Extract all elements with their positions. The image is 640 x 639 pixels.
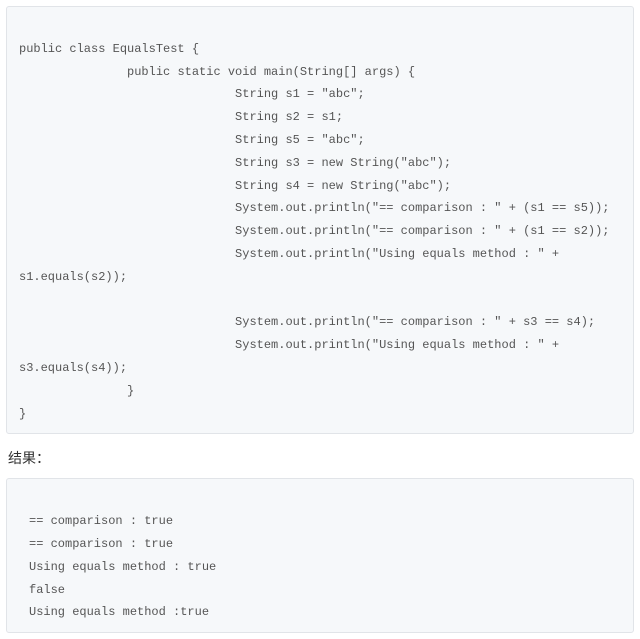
code-line: System.out.println("== comparison : " + … [19, 201, 610, 215]
code-line: System.out.println("Using equals method … [19, 338, 566, 375]
code-line: String s4 = new String("abc"); [19, 179, 451, 193]
code-line: String s2 = s1; [19, 110, 343, 124]
code-line: } [19, 384, 134, 398]
output-block: == comparison : true == comparison : tru… [6, 478, 634, 633]
code-line: String s1 = "abc"; [19, 87, 365, 101]
code-block: public class EqualsTest { public static … [6, 6, 634, 434]
output-line: false [29, 583, 65, 597]
code-line: String s5 = "abc"; [19, 133, 365, 147]
code-line: System.out.println("== comparison : " + … [19, 224, 610, 238]
code-line: public static void main(String[] args) { [19, 65, 415, 79]
code-line: System.out.println("== comparison : " + … [19, 315, 595, 329]
code-line: } [19, 407, 26, 421]
output-line: Using equals method : true [29, 560, 216, 574]
output-line: == comparison : true [29, 537, 173, 551]
code-line: System.out.println("Using equals method … [19, 247, 566, 284]
code-line: public class EqualsTest { [19, 42, 199, 56]
result-label: 结果： [8, 448, 632, 468]
code-line: String s3 = new String("abc"); [19, 156, 451, 170]
output-line: == comparison : true [29, 514, 173, 528]
output-line: Using equals method :true [29, 605, 209, 619]
